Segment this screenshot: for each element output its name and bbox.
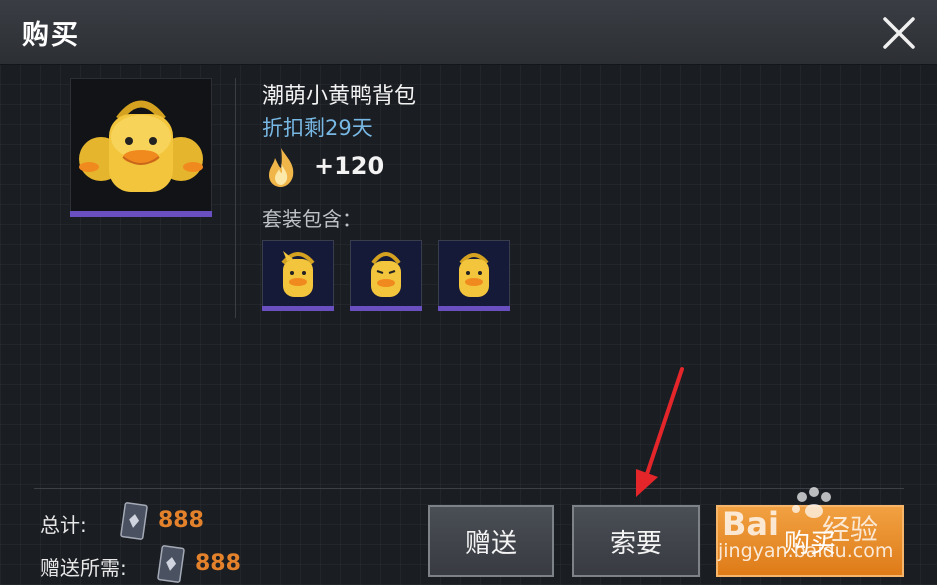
coupon-icon [157, 545, 185, 583]
item-name: 潮萌小黄鸭背包 [262, 84, 417, 109]
sub-item-3-bar [438, 306, 510, 311]
sub-item-3[interactable] [438, 240, 510, 308]
discount-label: 折扣剩29天 [262, 116, 373, 140]
total-label: 总计: [40, 513, 87, 537]
dialog-header: 购买 [0, 0, 937, 65]
sub-item-1[interactable] [262, 240, 334, 308]
sub-item-1-bar [262, 306, 334, 311]
coupon-icon [120, 502, 148, 540]
gift-button[interactable]: 赠送 [428, 505, 554, 577]
flame-icon [269, 148, 294, 187]
dialog-title: 购买 [22, 20, 80, 51]
sub-item-2-bar [350, 306, 422, 311]
gift-required-label: 赠送所需: [40, 556, 127, 580]
item-image [70, 78, 212, 213]
watermark-url: jingyan.baidu.com [718, 540, 894, 562]
sub-item-2[interactable] [350, 240, 422, 308]
duck-backpack-icon [79, 100, 203, 192]
duck-backpack-icon [459, 253, 489, 297]
total-value: 888 [158, 508, 204, 533]
duck-backpack-icon [281, 251, 315, 297]
includes-label: 套装包含： [262, 207, 362, 231]
points-value: +120 [314, 152, 385, 180]
rarity-bar [70, 211, 212, 217]
gift-required-value: 888 [195, 551, 241, 576]
duck-backpack-icon [371, 252, 401, 297]
divider [235, 78, 236, 318]
watermark-brand: Bai [722, 505, 779, 543]
request-button[interactable]: 索要 [572, 505, 700, 577]
annotation-arrow-icon [636, 367, 684, 497]
close-icon[interactable] [880, 14, 918, 52]
